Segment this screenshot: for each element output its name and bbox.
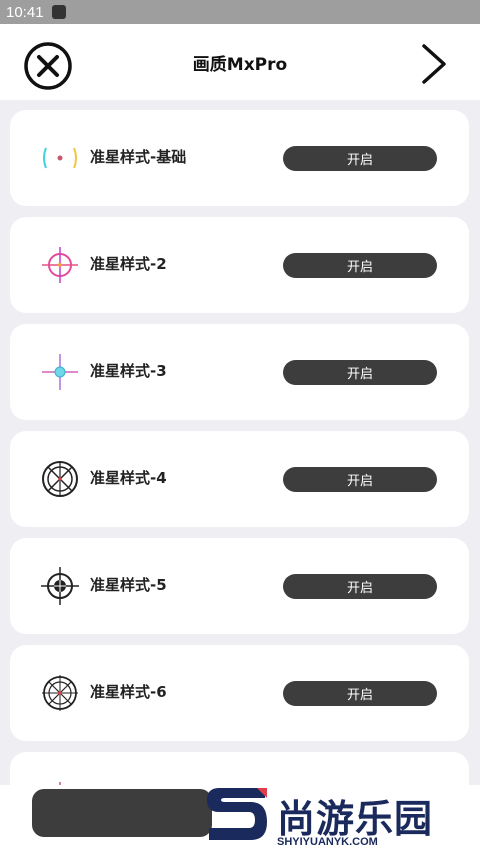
crosshair-5-icon <box>41 567 79 605</box>
watermark-logo-icon <box>205 788 271 840</box>
item-label: 准星样式-基础 <box>90 148 187 166</box>
list-item: 准星样式-4 开启 <box>10 431 469 527</box>
enable-button[interactable]: 开启 <box>283 681 437 706</box>
bottom-button[interactable] <box>32 789 212 837</box>
crosshair-2-icon <box>42 247 78 283</box>
list-item: 准星样式-5 开启 <box>10 538 469 634</box>
crosshair-6-icon <box>42 675 78 711</box>
list-item: 准星样式-基础 开启 <box>10 110 469 206</box>
notification-icon <box>51 5 66 19</box>
list-item: 准星样式-3 开启 <box>10 324 469 420</box>
enable-button[interactable]: 开启 <box>283 574 437 599</box>
page-title: 画质MxPro <box>192 54 288 75</box>
enable-button[interactable]: 开启 <box>283 253 437 278</box>
enable-button[interactable]: 开启 <box>283 467 437 492</box>
item-label: 准星样式-3 <box>90 362 167 380</box>
status-time: 10:41 <box>6 3 44 21</box>
item-label: 准星样式-4 <box>90 469 167 487</box>
status-bar: 10:41 <box>0 0 480 24</box>
enable-button[interactable]: 开启 <box>283 360 437 385</box>
crosshair-3-icon <box>42 354 78 390</box>
item-label: 准星样式-6 <box>90 683 167 701</box>
crosshair-4-icon <box>42 461 78 497</box>
header: 画质MxPro <box>0 24 480 100</box>
item-label: 准星样式-2 <box>90 255 167 273</box>
crosshair-basic-icon <box>43 147 77 169</box>
chevron-right-icon[interactable] <box>416 42 452 86</box>
close-icon[interactable] <box>22 40 74 92</box>
watermark-domain: SHYIYUANYK.COM <box>277 836 378 848</box>
list-item: 准星样式-2 开启 <box>10 217 469 313</box>
watermark: 尚游乐园 SHYIYUANYK.COM <box>205 788 480 853</box>
item-label: 准星样式-5 <box>90 576 167 594</box>
enable-button[interactable]: 开启 <box>283 146 437 171</box>
list-item: 准星样式-6 开启 <box>10 645 469 741</box>
watermark-name: 尚游乐园 <box>277 797 434 841</box>
